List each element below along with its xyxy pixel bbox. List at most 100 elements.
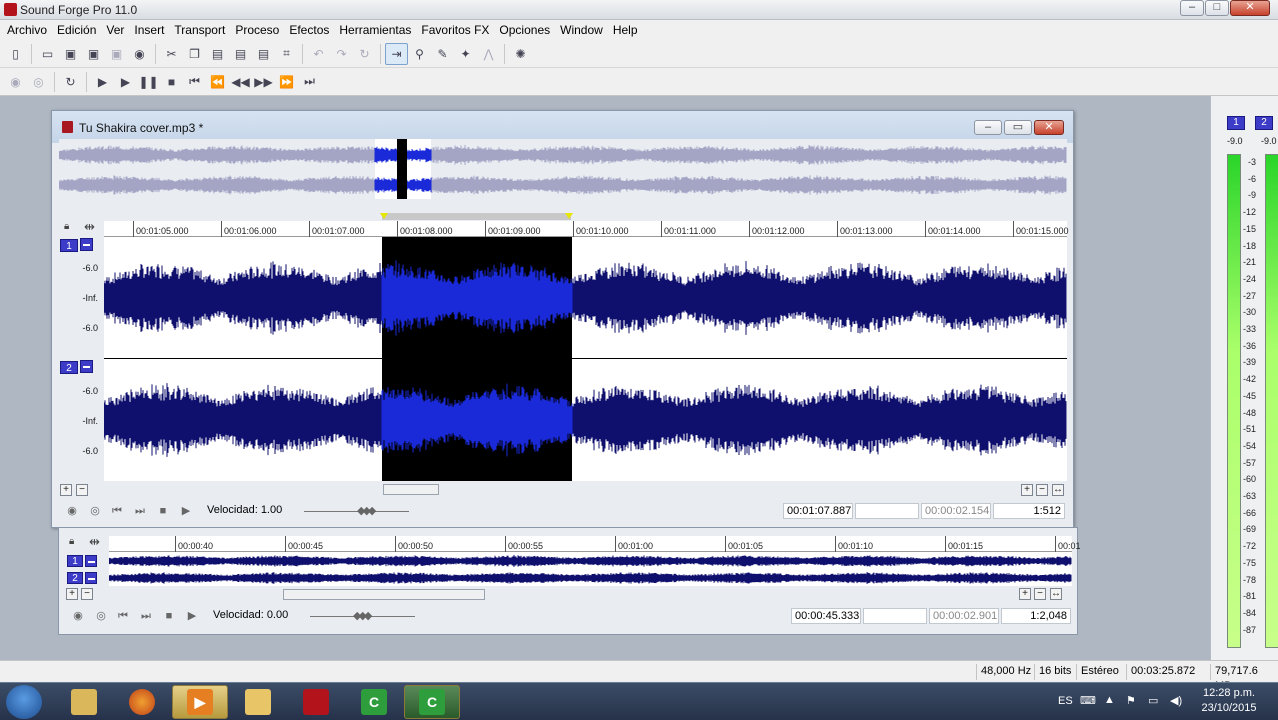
- envelope-tool-icon[interactable]: ⋀: [477, 43, 500, 65]
- record-icon[interactable]: ◉: [65, 504, 79, 518]
- time-ruler[interactable]: 00:00:40 00:00:45 00:00:50 00:00:55 00:0…: [109, 536, 1081, 552]
- selection-length-field[interactable]: 00:00:02.154: [921, 503, 991, 519]
- menu-archivo[interactable]: Archivo: [2, 20, 52, 40]
- ruler-tick: 00:01:10.000: [573, 221, 629, 237]
- go-to-end-icon[interactable]: ⏭: [133, 504, 147, 518]
- channel-2-label[interactable]: 2: [60, 361, 78, 374]
- go-to-end-icon[interactable]: ⏭: [298, 71, 321, 93]
- menu-herramientas[interactable]: Herramientas: [334, 20, 416, 40]
- maximize-button[interactable]: □: [1205, 0, 1229, 16]
- time-ruler[interactable]: 00:01:05.000 00:01:06.000 00:01:07.000 0…: [104, 221, 1069, 237]
- doc-maximize-button[interactable]: ▭: [1004, 120, 1032, 135]
- db-label: -6.0: [82, 323, 98, 333]
- rewind-icon[interactable]: ◀◀: [229, 71, 252, 93]
- menu-insert[interactable]: Insert: [129, 20, 169, 40]
- trim-icon[interactable]: ⌗: [275, 43, 298, 65]
- mix-paste-icon[interactable]: ▤: [229, 43, 252, 65]
- pause-icon[interactable]: ❚❚: [137, 71, 160, 93]
- doc-close-button[interactable]: ✕: [1034, 120, 1064, 135]
- close-button[interactable]: ✕: [1230, 0, 1270, 16]
- play-icon[interactable]: ▶: [179, 504, 193, 518]
- menu-edicion[interactable]: Edición: [52, 20, 101, 40]
- menu-transport[interactable]: Transport: [169, 20, 230, 40]
- snap-icon[interactable]: ⇹: [89, 534, 100, 550]
- sound-forge-icon: [4, 3, 17, 16]
- overview-waveform-display[interactable]: [108, 552, 1072, 586]
- copy-icon[interactable]: ❐: [183, 43, 206, 65]
- event-tool-icon[interactable]: ✦: [454, 43, 477, 65]
- next-icon[interactable]: ⏩: [275, 71, 298, 93]
- menu-window[interactable]: Window: [555, 20, 608, 40]
- channel-2-minimize-button[interactable]: [85, 572, 97, 584]
- play-all-icon[interactable]: ▶: [91, 71, 114, 93]
- zoom-fit-button[interactable]: ↔: [1052, 484, 1064, 496]
- channel-1-minimize-button[interactable]: [85, 555, 97, 567]
- speed-slider-thumb[interactable]: ◆◆◆: [357, 504, 376, 517]
- repeat-icon[interactable]: ↻: [353, 43, 376, 65]
- horizontal-scroll-thumb[interactable]: [383, 484, 439, 495]
- arm-record-icon[interactable]: ◎: [27, 71, 50, 93]
- data-window: Tu Shakira cover.mp3 * – ▭ ✕ 🔒︎ ⇹ 00:01:…: [51, 110, 1074, 528]
- menu-favoritos-fx[interactable]: Favoritos FX: [416, 20, 494, 40]
- render-icon[interactable]: ◉: [128, 43, 151, 65]
- zoom-out-button[interactable]: −: [76, 484, 88, 496]
- channel-1-label[interactable]: 1: [67, 555, 83, 567]
- app-titlebar: Sound Forge Pro 11.0 – □ ✕: [0, 0, 1278, 20]
- menu-help[interactable]: Help: [608, 20, 643, 40]
- pencil-tool-icon[interactable]: ✎: [431, 43, 454, 65]
- channel-2-minimize-button[interactable]: [80, 360, 93, 373]
- zoom-in-button[interactable]: +: [60, 484, 72, 496]
- go-to-start-icon[interactable]: ⏮: [183, 71, 206, 93]
- menu-proceso[interactable]: Proceso: [230, 20, 284, 40]
- zoom-ratio-field[interactable]: 1:512: [993, 503, 1065, 519]
- ruler-tick: 00:01:11.000: [661, 221, 716, 237]
- save-as-icon[interactable]: ▣: [82, 43, 105, 65]
- stop-icon[interactable]: ■: [160, 71, 183, 93]
- overview-bar[interactable]: [59, 139, 1067, 199]
- paste-icon[interactable]: ▤: [206, 43, 229, 65]
- cursor-position-field[interactable]: 00:01:07.887: [783, 503, 853, 519]
- crossfade-paste-icon[interactable]: ▤: [252, 43, 275, 65]
- channel-2-label[interactable]: 2: [67, 572, 83, 584]
- previous-icon[interactable]: ⏪: [206, 71, 229, 93]
- go-to-start-icon[interactable]: ⏮: [110, 504, 124, 518]
- channel-1-label[interactable]: 1: [60, 239, 78, 252]
- loop-icon[interactable]: ↻: [59, 71, 82, 93]
- open-folder-icon[interactable]: ▭: [36, 43, 59, 65]
- arm-icon[interactable]: ◎: [88, 504, 102, 518]
- cut-icon[interactable]: ✂: [160, 43, 183, 65]
- snap-icon[interactable]: ⇹: [84, 219, 95, 235]
- record-icon[interactable]: ◉: [4, 71, 27, 93]
- lock-icon[interactable]: 🔒︎: [64, 221, 69, 232]
- minimize-button[interactable]: –: [1180, 0, 1204, 16]
- magnify-tool-icon[interactable]: ⚲: [408, 43, 431, 65]
- channel-1-minimize-button[interactable]: [80, 238, 93, 251]
- undo-icon[interactable]: ↶: [307, 43, 330, 65]
- play-icon[interactable]: ▶: [114, 71, 137, 93]
- selection-start-field[interactable]: [855, 503, 919, 519]
- redo-icon[interactable]: ↷: [330, 43, 353, 65]
- auto-snap-icon[interactable]: ✺: [509, 43, 532, 65]
- save-icon[interactable]: ▣: [59, 43, 82, 65]
- toolbar-separator: [504, 43, 505, 64]
- forward-icon[interactable]: ▶▶: [252, 71, 275, 93]
- lock-icon[interactable]: 🔒︎: [69, 536, 74, 547]
- vzoom-in-button[interactable]: +: [1021, 484, 1033, 496]
- db-label: -Inf.: [82, 293, 98, 303]
- waveform-display[interactable]: [104, 237, 1067, 481]
- edit-tool-icon[interactable]: ⇥: [385, 42, 408, 65]
- doc-minimize-button[interactable]: –: [974, 120, 1002, 135]
- stop-icon[interactable]: ■: [156, 504, 170, 518]
- ruler-tick: 00:01:15: [945, 536, 983, 552]
- selection-ruler-marker[interactable]: [380, 213, 573, 220]
- ruler-tick: 00:01: [1055, 536, 1081, 552]
- waveform: [104, 260, 1067, 457]
- app-title: Sound Forge Pro 11.0: [20, 3, 138, 17]
- save-all-icon[interactable]: ▣: [105, 43, 128, 65]
- menu-ver[interactable]: Ver: [101, 20, 129, 40]
- new-file-icon[interactable]: ▯: [4, 43, 27, 65]
- menu-opciones[interactable]: Opciones: [494, 20, 555, 40]
- vzoom-out-button[interactable]: −: [1036, 484, 1048, 496]
- ruler-tick: 00:01:08.000: [397, 221, 453, 237]
- menu-efectos[interactable]: Efectos: [284, 20, 334, 40]
